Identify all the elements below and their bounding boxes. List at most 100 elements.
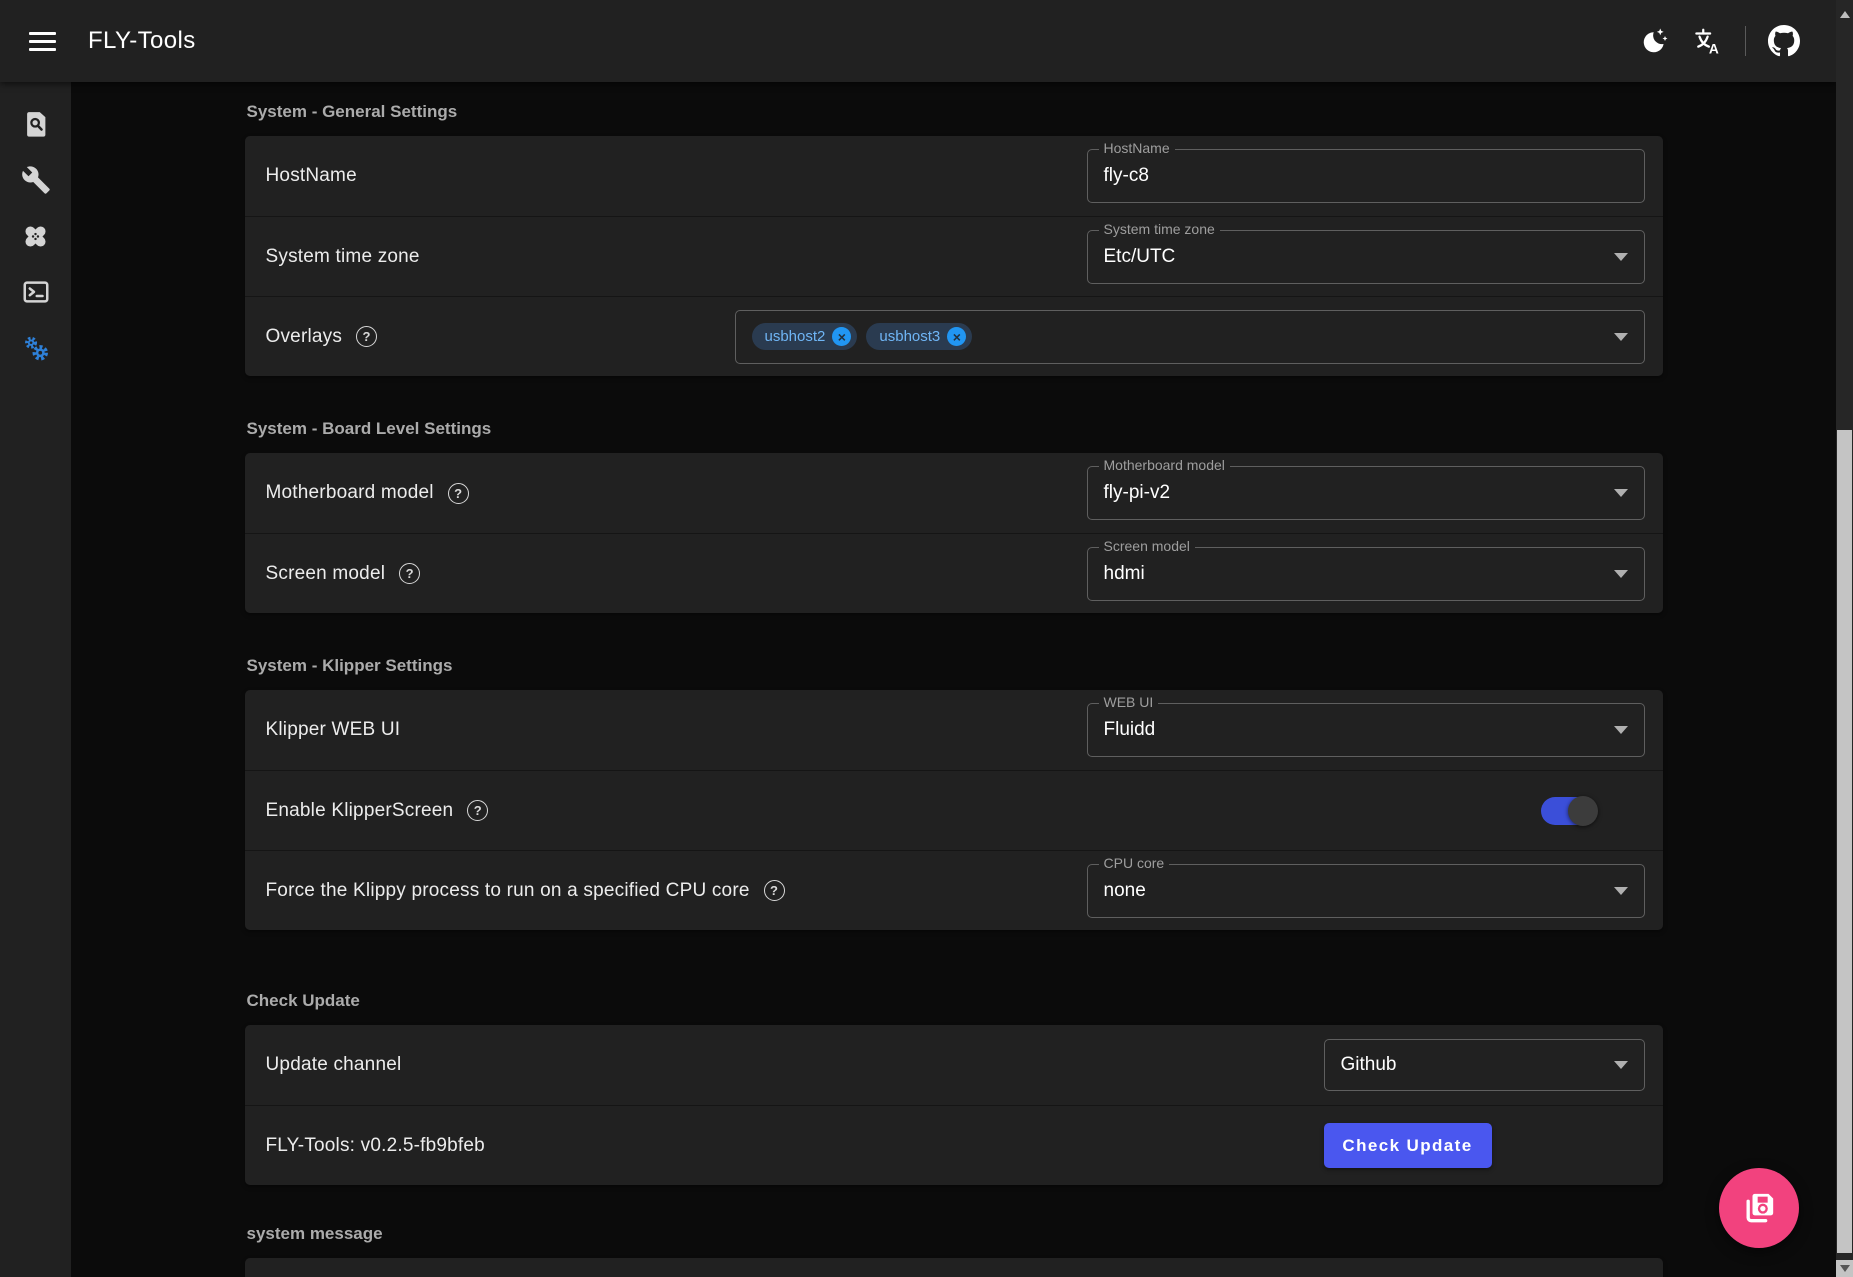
scroll-up-icon[interactable] bbox=[1836, 6, 1853, 23]
klipper-settings-card: Klipper WEB UI WEB UI Fluidd Enable Klip… bbox=[245, 690, 1663, 930]
cpu-core-label: Force the Klippy process to run on a spe… bbox=[266, 880, 750, 902]
chevron-down-icon bbox=[1614, 1061, 1628, 1069]
webui-label: Klipper WEB UI bbox=[266, 719, 401, 741]
translate-icon[interactable]: A bbox=[1681, 15, 1733, 67]
version-row: FLY-Tools: v0.2.5-fb9bfeb Check Update bbox=[245, 1105, 1663, 1185]
help-icon[interactable]: ? bbox=[356, 326, 377, 347]
sidebar bbox=[0, 82, 71, 1277]
sidebar-item-settings-gears[interactable] bbox=[8, 320, 64, 376]
help-icon[interactable]: ? bbox=[448, 483, 469, 504]
settings-page: System - General Settings HostName HostN… bbox=[71, 82, 1836, 1277]
sidebar-item-terminal[interactable] bbox=[8, 264, 64, 320]
overlay-chip-usbhost3[interactable]: usbhost3 × bbox=[866, 323, 972, 350]
chip-label: usbhost3 bbox=[879, 328, 940, 345]
screen-model-select[interactable]: Screen model hdmi bbox=[1087, 547, 1645, 601]
fly-tools-app: FLY-Tools A bbox=[0, 0, 1853, 1277]
scrollbar-thumb[interactable] bbox=[1837, 430, 1852, 1253]
screen-model-value: hdmi bbox=[1104, 563, 1604, 585]
menu-icon[interactable] bbox=[18, 17, 66, 65]
webui-row: Klipper WEB UI WEB UI Fluidd bbox=[245, 690, 1663, 770]
section-check-update: Check Update Update channel Github FLY-T… bbox=[245, 992, 1663, 1185]
chip-close-icon[interactable]: × bbox=[832, 327, 851, 346]
section-title: System - Board Level Settings bbox=[247, 420, 1663, 438]
general-settings-card: HostName HostName fly-c8 System time zon… bbox=[245, 136, 1663, 376]
cpu-core-select[interactable]: CPU core none bbox=[1087, 864, 1645, 918]
section-klipper-settings: System - Klipper Settings Klipper WEB UI… bbox=[245, 657, 1663, 930]
webui-select[interactable]: WEB UI Fluidd bbox=[1087, 703, 1645, 757]
section-title: system message bbox=[247, 1225, 1663, 1243]
version-text: FLY-Tools: v0.2.5-fb9bfeb bbox=[266, 1135, 485, 1157]
chip-label: usbhost2 bbox=[765, 328, 826, 345]
webui-value: Fluidd bbox=[1104, 719, 1604, 741]
motherboard-select[interactable]: Motherboard model fly-pi-v2 bbox=[1087, 466, 1645, 520]
chevron-down-icon bbox=[1614, 570, 1628, 578]
hostname-input[interactable]: HostName fly-c8 bbox=[1087, 149, 1645, 203]
scroll-down-icon[interactable] bbox=[1836, 1260, 1853, 1277]
cpu-core-row: Force the Klippy process to run on a spe… bbox=[245, 850, 1663, 930]
check-update-button[interactable]: Check Update bbox=[1324, 1123, 1492, 1168]
update-channel-label: Update channel bbox=[266, 1054, 402, 1076]
overlays-row: Overlays ? usbhost2 × usbhost3 bbox=[245, 296, 1663, 376]
app-title: FLY-Tools bbox=[88, 27, 196, 55]
chevron-down-icon bbox=[1614, 887, 1628, 895]
update-channel-row: Update channel Github bbox=[245, 1025, 1663, 1105]
svg-text:A: A bbox=[1709, 42, 1719, 57]
help-icon[interactable]: ? bbox=[467, 800, 488, 821]
motherboard-label: Motherboard model bbox=[266, 482, 434, 504]
sidebar-item-file-search[interactable] bbox=[8, 96, 64, 152]
hostname-label: HostName bbox=[266, 165, 357, 187]
overlays-label: Overlays bbox=[266, 326, 343, 348]
app-bar: FLY-Tools A bbox=[0, 0, 1836, 82]
help-icon[interactable]: ? bbox=[399, 563, 420, 584]
dark-mode-moon-icon[interactable] bbox=[1629, 15, 1681, 67]
timezone-field-label: System time zone bbox=[1099, 222, 1220, 237]
board-settings-card: Motherboard model ? Motherboard model fl… bbox=[245, 453, 1663, 613]
overlay-chips: usbhost2 × usbhost3 × bbox=[752, 323, 1604, 350]
system-message-card bbox=[245, 1258, 1663, 1277]
motherboard-value: fly-pi-v2 bbox=[1104, 482, 1604, 504]
cpu-core-value: none bbox=[1104, 880, 1604, 902]
chevron-down-icon bbox=[1614, 333, 1628, 341]
chevron-down-icon bbox=[1614, 253, 1628, 261]
section-general-settings: System - General Settings HostName HostN… bbox=[245, 103, 1663, 376]
hostname-row: HostName HostName fly-c8 bbox=[245, 136, 1663, 216]
section-system-message: system message bbox=[245, 1225, 1663, 1277]
check-update-card: Update channel Github FLY-Tools: v0.2.5-… bbox=[245, 1025, 1663, 1185]
chip-close-icon[interactable]: × bbox=[947, 327, 966, 346]
appbar-actions: A bbox=[1629, 15, 1810, 67]
hostname-field-label: HostName bbox=[1099, 141, 1175, 156]
timezone-label: System time zone bbox=[266, 246, 420, 268]
toggle-thumb bbox=[1568, 796, 1598, 826]
appbar-divider bbox=[1745, 26, 1746, 56]
github-icon[interactable] bbox=[1758, 15, 1810, 67]
motherboard-field-label: Motherboard model bbox=[1099, 458, 1230, 473]
sidebar-item-wrench[interactable] bbox=[8, 152, 64, 208]
timezone-select[interactable]: System time zone Etc/UTC bbox=[1087, 230, 1645, 284]
screen-model-label: Screen model bbox=[266, 563, 386, 585]
section-title: System - Klipper Settings bbox=[247, 657, 1663, 675]
overlays-select[interactable]: usbhost2 × usbhost3 × bbox=[735, 310, 1645, 364]
hostname-value: fly-c8 bbox=[1104, 165, 1628, 187]
update-channel-value: Github bbox=[1341, 1054, 1604, 1076]
help-icon[interactable]: ? bbox=[764, 880, 785, 901]
section-board-settings: System - Board Level Settings Motherboar… bbox=[245, 420, 1663, 613]
klipperscreen-toggle[interactable] bbox=[1541, 796, 1595, 826]
sidebar-item-bandage[interactable] bbox=[8, 208, 64, 264]
chevron-down-icon bbox=[1614, 489, 1628, 497]
webui-field-label: WEB UI bbox=[1099, 695, 1159, 710]
timezone-value: Etc/UTC bbox=[1104, 246, 1604, 268]
section-title: System - General Settings bbox=[247, 103, 1663, 121]
overlay-chip-usbhost2[interactable]: usbhost2 × bbox=[752, 323, 858, 350]
motherboard-row: Motherboard model ? Motherboard model fl… bbox=[245, 453, 1663, 533]
save-all-fab-button[interactable] bbox=[1719, 1168, 1799, 1248]
update-channel-select[interactable]: Github bbox=[1324, 1039, 1645, 1091]
timezone-row: System time zone System time zone Etc/UT… bbox=[245, 216, 1663, 296]
screen-model-row: Screen model ? Screen model hdmi bbox=[245, 533, 1663, 613]
scrollbar bbox=[1836, 0, 1853, 1277]
chevron-down-icon bbox=[1614, 726, 1628, 734]
cpu-core-field-label: CPU core bbox=[1099, 856, 1170, 871]
screen-field-label: Screen model bbox=[1099, 539, 1195, 554]
section-title: Check Update bbox=[247, 992, 1663, 1010]
klipperscreen-row: Enable KlipperScreen ? bbox=[245, 770, 1663, 850]
klipperscreen-label: Enable KlipperScreen bbox=[266, 800, 454, 822]
